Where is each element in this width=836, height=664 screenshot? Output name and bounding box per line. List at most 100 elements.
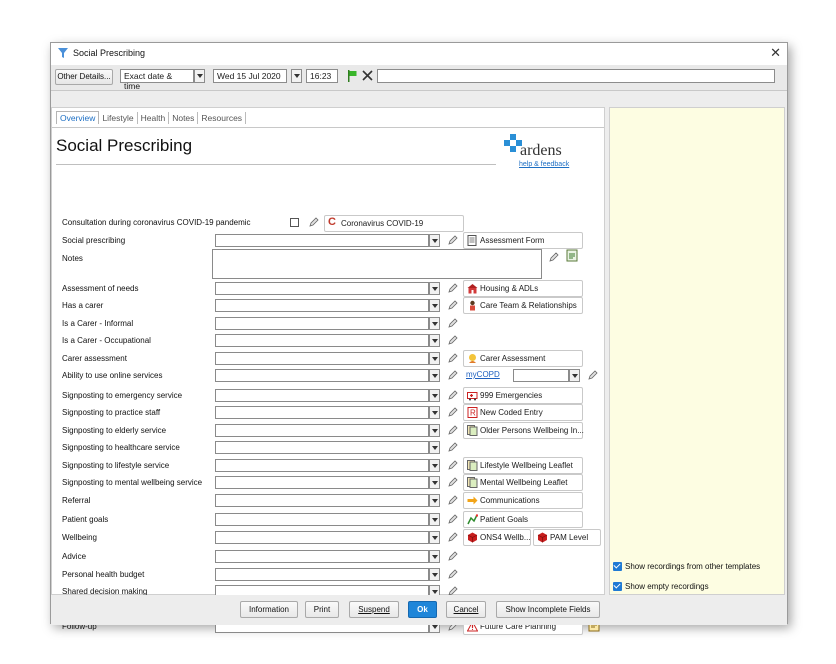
pencil-icon[interactable] <box>447 282 459 294</box>
sign-elderly-field[interactable] <box>215 424 429 437</box>
help-feedback-link[interactable]: help & feedback <box>519 161 569 168</box>
dropdown-icon[interactable] <box>429 513 440 526</box>
tab-health[interactable]: Health <box>138 112 170 124</box>
dropdown-icon[interactable] <box>429 568 440 581</box>
pencil-icon[interactable] <box>447 459 459 471</box>
template-patient-goals[interactable]: Patient Goals <box>463 511 583 528</box>
dropdown-icon[interactable] <box>429 352 440 365</box>
online-services-field[interactable] <box>215 369 429 382</box>
notes-field[interactable] <box>212 249 542 279</box>
social-prescribing-field[interactable] <box>215 234 429 247</box>
template-assessment-of-needs[interactable]: Housing & ADLs <box>463 280 583 297</box>
dropdown-icon[interactable] <box>429 441 440 454</box>
dropdown-icon[interactable] <box>429 494 440 507</box>
dropdown-icon[interactable] <box>429 234 440 247</box>
consultation-checkbox[interactable] <box>290 218 299 227</box>
dropdown-icon[interactable] <box>429 299 440 312</box>
dropdown-icon[interactable] <box>429 531 440 544</box>
assessment-of-needs-field[interactable] <box>215 282 429 295</box>
pencil-icon[interactable] <box>447 441 459 453</box>
flag-icon[interactable] <box>347 70 358 82</box>
sign-emergency-field[interactable] <box>215 389 429 402</box>
dropdown-icon[interactable] <box>569 369 580 382</box>
tab-resources[interactable]: Resources <box>198 112 247 124</box>
pencil-icon[interactable] <box>447 476 459 488</box>
other-details-button[interactable]: Other Details... <box>55 69 113 85</box>
pencil-icon[interactable] <box>447 568 459 580</box>
tab-lifestyle[interactable]: Lifestyle <box>99 112 138 124</box>
template-sign-practice[interactable]: R New Coded Entry <box>463 404 583 421</box>
template-sign-elderly[interactable]: Older Persons Wellbeing In... <box>463 422 584 439</box>
date-mode-select[interactable]: Exact date & time <box>120 69 194 91</box>
health-budget-field[interactable] <box>215 568 429 581</box>
wellbeing-field[interactable] <box>215 531 429 544</box>
mycopd-field[interactable] <box>513 369 569 382</box>
dropdown-icon[interactable] <box>429 459 440 472</box>
pencil-icon[interactable] <box>447 317 459 329</box>
dropdown-icon[interactable] <box>429 389 440 402</box>
mycopd-link[interactable]: myCOPD <box>466 370 500 379</box>
clear-icon[interactable] <box>362 70 373 81</box>
carer-occupational-field[interactable] <box>215 334 429 347</box>
date-mode-dropdown-icon[interactable] <box>194 69 205 83</box>
pencil-icon[interactable] <box>447 389 459 401</box>
pencil-icon[interactable] <box>308 216 320 228</box>
dropdown-icon[interactable] <box>429 550 440 563</box>
pencil-icon[interactable] <box>447 424 459 436</box>
dropdown-icon[interactable] <box>429 424 440 437</box>
template-sign-emergency[interactable]: 999 Emergencies <box>463 387 583 404</box>
show-incomplete-fields-button[interactable]: Show Incomplete Fields <box>496 601 600 618</box>
advice-field[interactable] <box>215 550 429 563</box>
sign-practice-field[interactable] <box>215 406 429 419</box>
template-has-a-carer[interactable]: Care Team & Relationships <box>463 297 583 314</box>
template-sign-mental[interactable]: Mental Wellbeing Leaflet <box>463 474 583 491</box>
dropdown-icon[interactable] <box>429 476 440 489</box>
template-coronavirus[interactable]: C Coronavirus COVID-19 <box>324 215 464 232</box>
free-text-field[interactable] <box>377 69 775 83</box>
pencil-icon[interactable] <box>548 251 560 263</box>
carer-assessment-field[interactable] <box>215 352 429 365</box>
template-pam-level[interactable]: PAM Level <box>533 529 601 546</box>
date-field[interactable]: Wed 15 Jul 2020 <box>213 69 287 83</box>
information-button[interactable]: Information <box>240 601 298 618</box>
pencil-icon[interactable] <box>447 334 459 346</box>
template-carer-assessment[interactable]: Carer Assessment <box>463 350 583 367</box>
pencil-icon[interactable] <box>447 513 459 525</box>
pencil-icon[interactable] <box>447 352 459 364</box>
tab-overview[interactable]: Overview <box>56 111 100 124</box>
dropdown-icon[interactable] <box>429 406 440 419</box>
has-a-carer-field[interactable] <box>215 299 429 312</box>
sign-mental-field[interactable] <box>215 476 429 489</box>
sign-lifestyle-field[interactable] <box>215 459 429 472</box>
pencil-icon[interactable] <box>587 369 599 381</box>
ok-button[interactable]: Ok <box>408 601 437 618</box>
pencil-icon[interactable] <box>447 531 459 543</box>
date-dropdown-icon[interactable] <box>291 69 302 83</box>
cancel-button[interactable]: Cancel <box>446 601 486 618</box>
show-other-templates-checkbox[interactable] <box>613 562 622 571</box>
close-icon[interactable]: ✕ <box>770 45 781 61</box>
template-ons4-wellbeing[interactable]: ONS4 Wellb... <box>463 529 531 546</box>
pencil-icon[interactable] <box>447 369 459 381</box>
template-referral[interactable]: Communications <box>463 492 583 509</box>
insert-text-icon[interactable] <box>566 249 579 262</box>
pencil-icon[interactable] <box>447 406 459 418</box>
pencil-icon[interactable] <box>447 494 459 506</box>
patient-goals-field[interactable] <box>215 513 429 526</box>
pencil-icon[interactable] <box>447 234 459 246</box>
pencil-icon[interactable] <box>447 550 459 562</box>
template-social-prescribing[interactable]: Assessment Form <box>463 232 583 249</box>
pencil-icon[interactable] <box>447 299 459 311</box>
show-empty-checkbox[interactable] <box>613 582 622 591</box>
time-field[interactable]: 16:23 <box>306 69 338 83</box>
dropdown-icon[interactable] <box>429 334 440 347</box>
suspend-button[interactable]: Suspend <box>349 601 399 618</box>
referral-field[interactable] <box>215 494 429 507</box>
dropdown-icon[interactable] <box>429 369 440 382</box>
template-sign-lifestyle[interactable]: Lifestyle Wellbeing Leaflet <box>463 457 583 474</box>
tab-notes[interactable]: Notes <box>169 112 199 124</box>
carer-informal-field[interactable] <box>215 317 429 330</box>
dropdown-icon[interactable] <box>429 282 440 295</box>
print-button[interactable]: Print <box>305 601 339 618</box>
dropdown-icon[interactable] <box>429 317 440 330</box>
